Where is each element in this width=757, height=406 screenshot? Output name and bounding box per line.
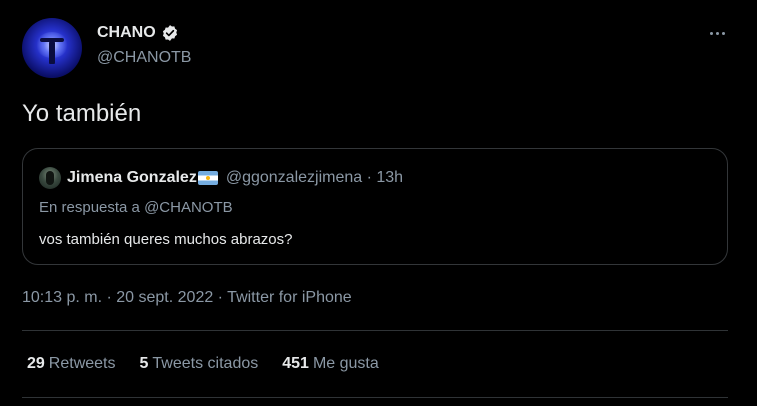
author-display-name[interactable]: CHANO [97, 24, 156, 42]
quote-tweets-count[interactable]: 5 Tweets citados [140, 355, 259, 373]
more-dot-icon [721, 31, 725, 35]
tweet-metadata: 10:13 p. m. · 20 sept. 2022 · Twitter fo… [22, 289, 352, 307]
quoted-tweet-header: Jimena Gonzalez @ggonzalezjimena · 13h [39, 167, 403, 189]
stat-label: Me gusta [312, 355, 379, 372]
stat-label: Retweets [48, 355, 116, 372]
tweet-detail: CHANO @CHANOTB Yo también Jimena Gonzale… [0, 0, 757, 406]
tweet-source-link[interactable]: Twitter for iPhone [227, 289, 352, 306]
divider [22, 330, 728, 331]
stat-count: 451 [282, 355, 309, 372]
quoted-author-avatar [39, 167, 61, 189]
author-avatar[interactable] [22, 18, 82, 78]
more-dot-icon [715, 31, 719, 35]
likes-count[interactable]: 451 Me gusta [282, 355, 379, 373]
stat-count: 5 [139, 355, 149, 372]
argentina-flag-icon [197, 171, 218, 185]
stat-count: 29 [27, 355, 45, 372]
quoted-author-name: Jimena Gonzalez [67, 169, 197, 186]
retweets-count[interactable]: 29 Retweets [27, 355, 116, 373]
tweet-text: Yo también [22, 100, 142, 127]
tweet-stats: 29 Retweets 5 Tweets citados 451 Me gusta [27, 355, 379, 373]
author-handle[interactable]: @CHANOTB [97, 49, 191, 67]
avatar-figure [49, 40, 55, 64]
quoted-reply-context: En respuesta a @CHANOTB [39, 199, 233, 216]
stat-label: Tweets citados [152, 355, 259, 372]
quoted-author-handle-time: @ggonzalezjimena · 13h [225, 169, 404, 186]
more-dot-icon [709, 31, 713, 35]
tweet-timestamp[interactable]: 10:13 p. m. · 20 sept. 2022 · [22, 289, 227, 306]
more-options-button[interactable] [704, 24, 730, 42]
quoted-tweet-card[interactable]: Jimena Gonzalez @ggonzalezjimena · 13h E… [22, 148, 728, 265]
author-name-row: CHANO [97, 24, 179, 42]
quoted-tweet-text: vos también queres muchos abrazos? [39, 231, 293, 248]
verified-badge-icon [162, 25, 177, 41]
divider [22, 397, 728, 398]
